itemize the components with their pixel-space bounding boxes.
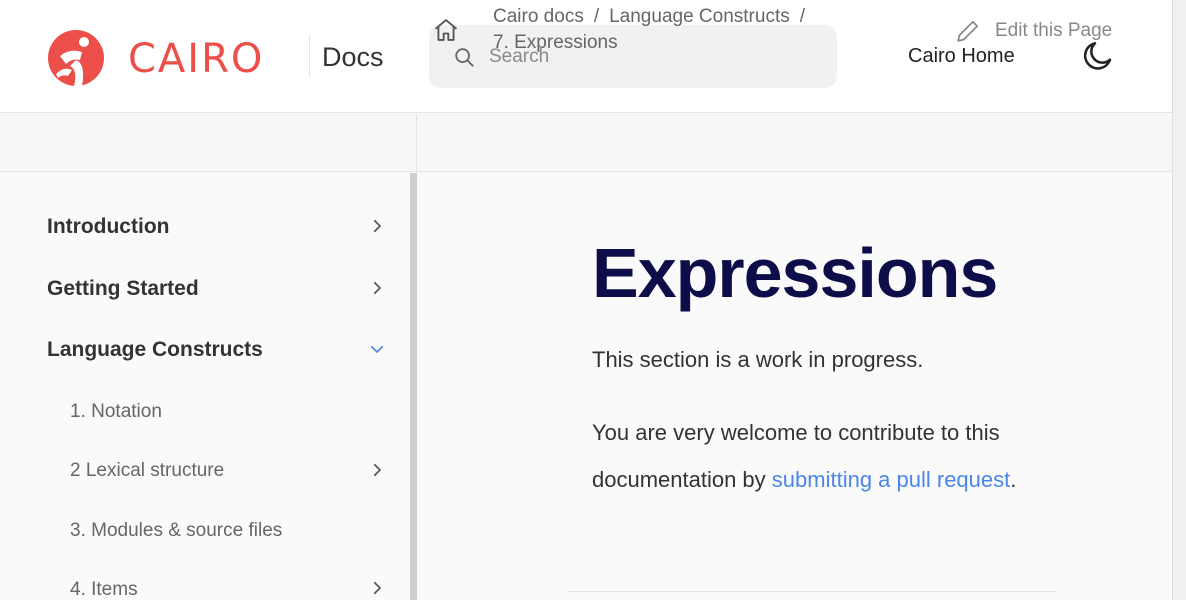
sidebar-subitem-label: 3. Modules & source files bbox=[70, 520, 283, 541]
page-title: Expressions bbox=[592, 234, 998, 312]
sidebar-subitem-label: 2 Lexical structure bbox=[70, 460, 225, 481]
breadcrumb-item-current: 7. Expressions bbox=[493, 32, 618, 53]
header-divider bbox=[309, 34, 310, 78]
sidebar-item-getting-started[interactable]: Getting Started bbox=[47, 277, 199, 301]
brand-wordmark[interactable]: CAIRO bbox=[128, 34, 264, 84]
chevron-right-icon[interactable] bbox=[368, 217, 386, 235]
sidebar-item-label: Introduction bbox=[47, 215, 170, 238]
sidebar-subitem-label: 4. Items bbox=[70, 579, 138, 600]
chevron-down-icon[interactable] bbox=[368, 340, 386, 358]
contribute-paragraph: You are very welcome to contribute to th… bbox=[592, 409, 1032, 503]
sidebar-header-cell bbox=[0, 114, 417, 172]
sidebar-subitem-items[interactable]: 4. Items bbox=[70, 579, 138, 600]
main-content: Expressions This section is a work in pr… bbox=[418, 173, 1172, 600]
sidebar-item-language-constructs[interactable]: Language Constructs bbox=[47, 338, 263, 362]
cairo-logo-icon[interactable] bbox=[46, 30, 106, 86]
edit-page-label: Edit this Page bbox=[995, 20, 1113, 41]
sidebar-scrollbar[interactable] bbox=[410, 173, 417, 600]
breadcrumb: Cairo docs / Language Constructs / 7. Expres… bbox=[493, 4, 873, 56]
sidebar-subitem-notation[interactable]: 1. Notation bbox=[70, 401, 162, 423]
sidebar-subitem-lexical-structure[interactable]: 2 Lexical structure bbox=[70, 460, 224, 482]
sidebar-subitem-modules[interactable]: 3. Modules & source files bbox=[70, 520, 282, 542]
sidebar-subitem-label: 1. Notation bbox=[70, 401, 162, 422]
search-icon bbox=[455, 48, 474, 67]
sidebar-item-label: Language Constructs bbox=[47, 338, 263, 361]
pencil-icon bbox=[957, 20, 979, 42]
breadcrumb-separator: / bbox=[799, 6, 806, 27]
pull-request-link[interactable]: submitting a pull request bbox=[772, 467, 1010, 492]
sidebar-item-label: Getting Started bbox=[47, 277, 199, 300]
cairo-home-link[interactable]: Cairo Home bbox=[908, 43, 1015, 69]
sidebar-item-introduction[interactable]: Introduction bbox=[47, 215, 169, 239]
section-title[interactable]: Docs bbox=[322, 40, 384, 74]
chevron-right-icon[interactable] bbox=[368, 279, 386, 297]
chevron-right-icon[interactable] bbox=[368, 579, 386, 597]
breadcrumb-separator: / bbox=[593, 6, 600, 27]
page-scrollbar[interactable] bbox=[1172, 0, 1186, 600]
edit-page-button[interactable]: Edit this Page bbox=[955, 18, 1112, 44]
contribute-suffix: . bbox=[1010, 467, 1017, 492]
chevron-right-icon[interactable] bbox=[368, 461, 386, 479]
breadcrumb-item-language-constructs[interactable]: Language Constructs bbox=[609, 6, 790, 27]
intro-paragraph: This section is a work in progress. bbox=[592, 347, 924, 372]
breadcrumb-bar bbox=[0, 114, 1172, 172]
content-divider bbox=[568, 591, 1056, 592]
home-icon[interactable] bbox=[432, 16, 460, 44]
breadcrumb-item-cairo-docs[interactable]: Cairo docs bbox=[493, 6, 584, 27]
sidebar: Introduction Getting Started Language Co… bbox=[0, 173, 417, 600]
